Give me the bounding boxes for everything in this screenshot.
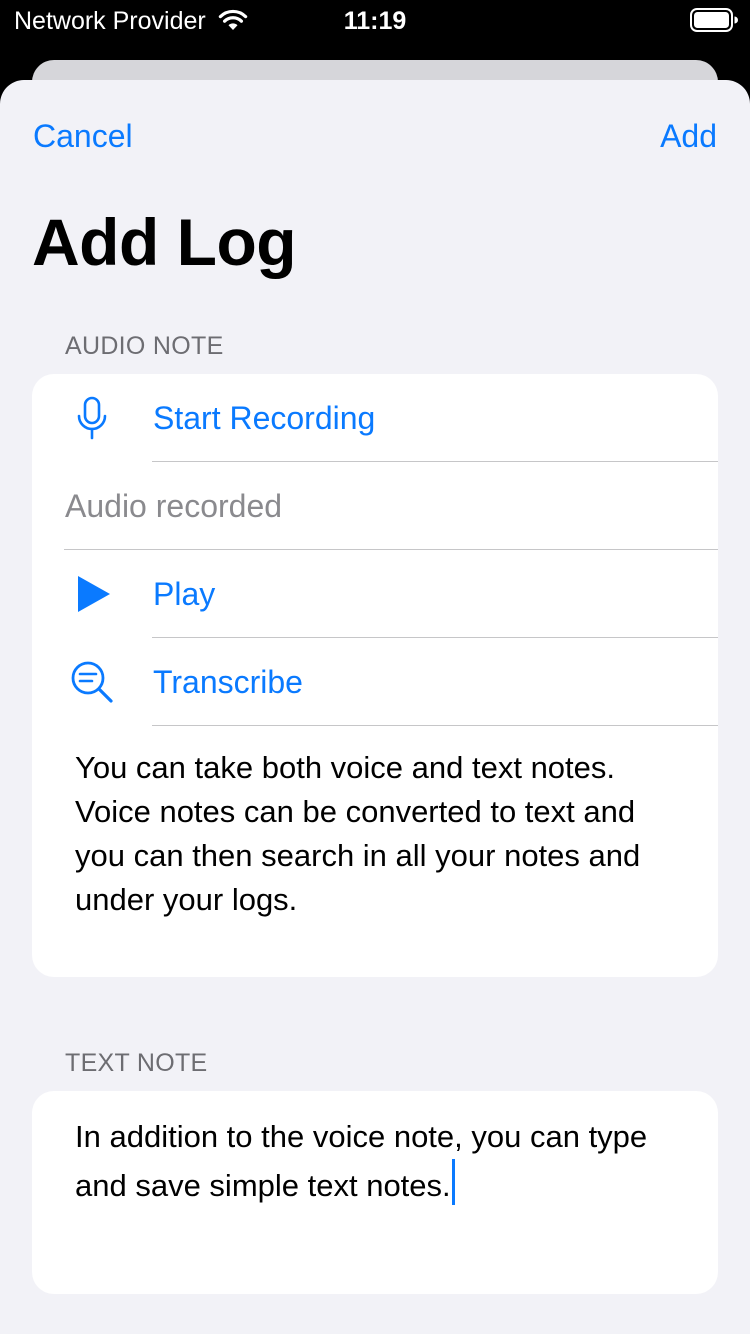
text-cursor — [451, 1159, 455, 1205]
audio-section-header: AUDIO NOTE — [65, 332, 224, 360]
play-row[interactable]: Play — [32, 550, 718, 638]
page-title: Add Log — [32, 205, 297, 279]
status-bar: Network Provider 11:19 — [0, 0, 750, 48]
row-divider — [152, 725, 718, 726]
play-icon — [78, 576, 110, 612]
text-note-value: In addition to the voice note, you can t… — [75, 1119, 648, 1203]
transcribe-search-icon — [71, 661, 113, 703]
microphone-icon — [77, 396, 107, 440]
text-note-editor[interactable]: In addition to the voice note, you can t… — [75, 1115, 685, 1208]
transcript-text[interactable]: You can take both voice and text notes. … — [75, 746, 685, 922]
text-section-header: TEXT NOTE — [65, 1049, 208, 1077]
start-recording-label: Start Recording — [153, 400, 376, 436]
play-label: Play — [153, 576, 216, 612]
status-time: 11:19 — [343, 7, 407, 35]
text-note-card: In addition to the voice note, you can t… — [32, 1091, 718, 1294]
add-button[interactable]: Add — [660, 116, 717, 156]
transcribe-row[interactable]: Transcribe — [32, 638, 718, 726]
add-log-sheet: Cancel Add Add Log AUDIO NOTE Start Reco… — [0, 80, 750, 1334]
battery-icon — [690, 8, 738, 32]
cancel-button[interactable]: Cancel — [33, 116, 133, 156]
recording-status-row: Audio recorded — [32, 462, 718, 550]
start-recording-row[interactable]: Start Recording — [32, 374, 718, 462]
audio-note-card: Start Recording Audio recorded Play Tran… — [32, 374, 718, 977]
audio-recorded-status: Audio recorded — [65, 488, 283, 524]
transcribe-label: Transcribe — [153, 664, 303, 700]
